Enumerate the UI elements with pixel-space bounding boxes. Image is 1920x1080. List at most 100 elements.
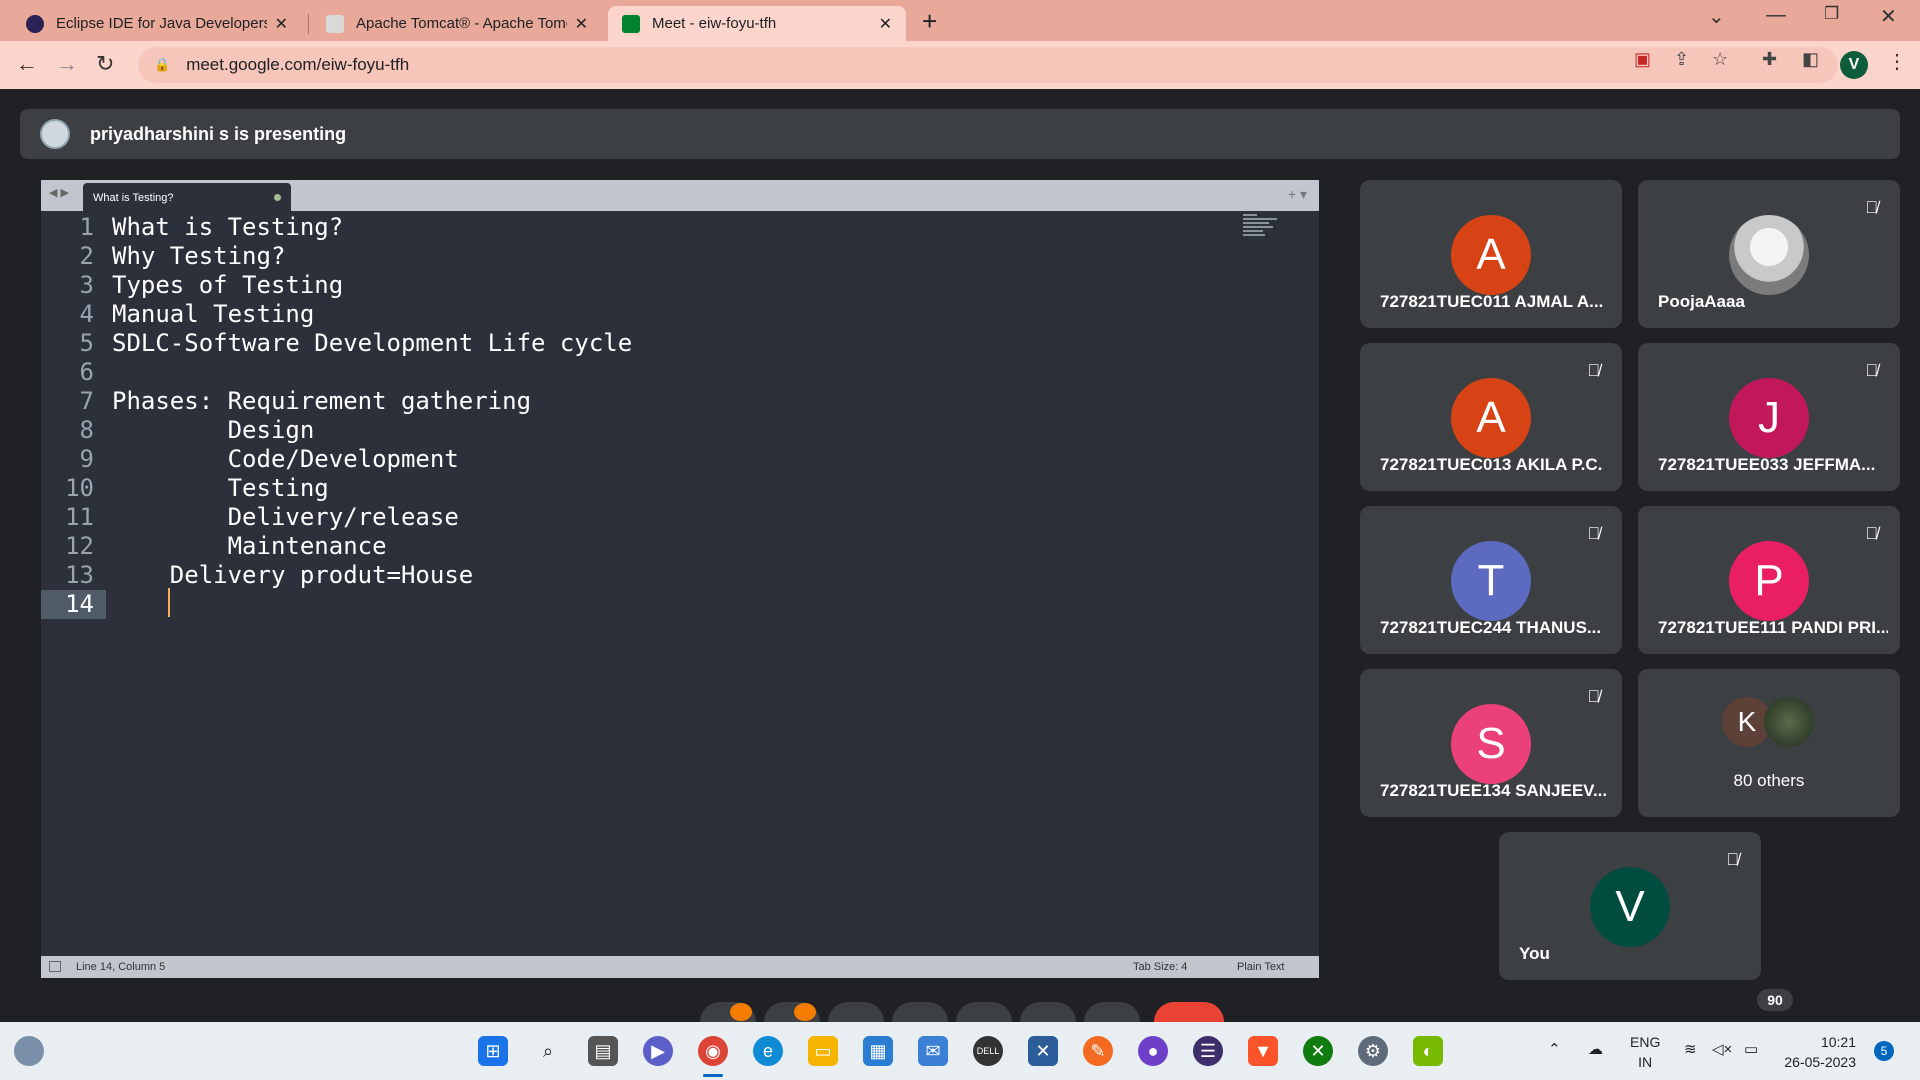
avatar: P (1729, 541, 1809, 621)
profile-avatar[interactable]: V (1840, 51, 1868, 79)
close-icon[interactable]: ✕ (575, 14, 588, 34)
postman-icon[interactable]: ✎ (1083, 1036, 1113, 1066)
close-icon[interactable]: ✕ (275, 14, 288, 34)
teams-chat-icon[interactable]: ▶ (643, 1036, 673, 1066)
code-line: Manual Testing (112, 300, 315, 328)
mic-off-icon: 🎙̸ (1587, 361, 1600, 380)
more-options-button[interactable] (1084, 1002, 1140, 1022)
tab-meet[interactable]: Meet - eiw-foyu-tfh ✕ (608, 6, 906, 41)
code-line: Why Testing? (112, 242, 286, 270)
battery-icon[interactable]: ▭ (1744, 1040, 1758, 1058)
file-explorer-icon[interactable]: ▭ (808, 1036, 838, 1066)
restore-icon[interactable]: ❐ (1824, 4, 1839, 24)
editor-tab-title: What is Testing? (93, 192, 174, 204)
participant-tile[interactable]: 🎙̸ PoojaAaaa (1638, 180, 1900, 328)
participant-name: 727821TUEC013 AKILA P.C. (1380, 455, 1603, 474)
editor-tab-menu-icon: + ▾ (1287, 186, 1307, 202)
window-close-icon[interactable]: ✕ (1880, 4, 1897, 29)
forward-arrow-icon[interactable]: → (56, 51, 78, 77)
wifi-icon[interactable]: ≋ (1684, 1040, 1697, 1058)
code-line: Types of Testing (112, 271, 344, 299)
tab-search-chevron-icon[interactable]: ⌄ (1708, 4, 1725, 29)
minimap (1243, 214, 1279, 244)
avatar: T (1451, 541, 1531, 621)
close-icon[interactable]: ✕ (879, 14, 892, 34)
address-bar[interactable]: 🔒 meet.google.com/eiw-foyu-tfh (138, 47, 1838, 83)
dell-icon[interactable]: DELL (973, 1036, 1003, 1066)
mic-off-icon: 🎙̸ (1865, 361, 1878, 380)
mail-icon[interactable]: ✉ (918, 1036, 948, 1066)
new-tab-plus-icon[interactable]: + (922, 6, 937, 36)
tab-eclipse[interactable]: Eclipse IDE for Java Developers | E ✕ (12, 6, 302, 41)
code-line: Code/Development (112, 445, 459, 473)
search-icon[interactable]: ⌕ (533, 1036, 563, 1066)
line-number: 8 (79, 416, 94, 444)
others-count: 80 others (1733, 771, 1805, 790)
participant-count-badge: 90 (1757, 989, 1793, 1011)
raise-hand-button[interactable] (1020, 1002, 1076, 1022)
settings-gear-icon[interactable]: ⚙ (1358, 1036, 1388, 1066)
meet-favicon-icon (622, 14, 640, 33)
more-menu-icon[interactable]: ⋮ (1887, 49, 1907, 74)
onedrive-icon[interactable]: ☁ (1588, 1040, 1603, 1058)
brave-icon[interactable]: ▼ (1248, 1036, 1278, 1066)
code-line: Maintenance (112, 532, 387, 560)
participant-tile[interactable]: S 🎙̸ 727821TUEE134 SANJEEV... (1360, 669, 1622, 817)
participant-name: 727821TUEC244 THANUS... (1380, 618, 1602, 637)
microsoft-store-icon[interactable]: ▦ (863, 1036, 893, 1066)
back-arrow-icon[interactable]: ← (16, 51, 38, 77)
emoji-button[interactable] (892, 1002, 948, 1022)
line-number: 5 (79, 329, 94, 357)
tab-title: Meet - eiw-foyu-tfh (652, 15, 777, 32)
eclipse-icon[interactable]: ☰ (1193, 1036, 1223, 1066)
reload-icon[interactable]: ↻ (96, 51, 114, 77)
windows-taskbar: ⊞ ⌕ ▤ ▶ ◉ e ▭ ▦ ✉ DELL ✕ ✎ ● ☰ ▼ ✕ ⚙ ◐ ⌃… (0, 1022, 1920, 1080)
edge-icon[interactable]: e (753, 1036, 783, 1066)
volume-muted-icon[interactable]: ◁× (1712, 1040, 1732, 1058)
language-indicator[interactable]: ENG IN (1630, 1032, 1660, 1072)
nvidia-icon[interactable]: ◐ (1413, 1036, 1443, 1066)
active-app-indicator (703, 1074, 723, 1077)
editor-tab-bar: ◀ ▶ What is Testing? + ▾ (41, 180, 1319, 211)
participant-tile[interactable]: T 🎙̸ 727821TUEC244 THANUS... (1360, 506, 1622, 654)
browser-tab-strip: Eclipse IDE for Java Developers | E ✕ Ap… (0, 0, 1920, 41)
chrome-icon[interactable]: ◉ (698, 1036, 728, 1066)
start-windows-icon[interactable]: ⊞ (478, 1036, 508, 1066)
avatar: V (1590, 867, 1670, 947)
lock-icon: 🔒 (154, 57, 171, 72)
leave-call-button[interactable] (1154, 1002, 1224, 1022)
tab-size: Tab Size: 4 (1133, 961, 1188, 973)
participant-tile[interactable]: A 🎙̸ 727821TUEC013 AKILA P.C. (1360, 343, 1622, 491)
captions-button[interactable] (828, 1002, 884, 1022)
participant-name: PoojaAaaa (1658, 292, 1745, 311)
clock[interactable]: 10:21 26-05-2023 (1770, 1032, 1856, 1072)
participant-name: 727821TUEE134 SANJEEV... (1380, 781, 1608, 800)
bookmark-star-icon[interactable]: ☆ (1712, 49, 1728, 70)
line-number: 6 (79, 358, 94, 386)
present-button[interactable] (956, 1002, 1012, 1022)
line-number: 10 (65, 474, 94, 502)
sql-server-icon[interactable]: ✕ (1028, 1036, 1058, 1066)
participant-tile[interactable]: J 🎙̸ 727821TUEE033 JEFFMA... (1638, 343, 1900, 491)
notification-badge[interactable]: 5 (1874, 1041, 1894, 1061)
minimize-icon[interactable]: — (1766, 4, 1786, 27)
extensions-puzzle-icon[interactable]: ✚ (1762, 49, 1777, 70)
self-tile[interactable]: V 🎙̸ You (1499, 832, 1761, 980)
xbox-icon[interactable]: ✕ (1303, 1036, 1333, 1066)
participant-tile[interactable]: P 🎙̸ 727821TUEE111 PANDI PRI... (1638, 506, 1900, 654)
avatar: J (1729, 378, 1809, 458)
share-icon[interactable]: ⇪ (1674, 49, 1689, 70)
others-tile[interactable]: K 80 others (1638, 669, 1900, 817)
avatar: A (1451, 378, 1531, 458)
github-icon[interactable]: ● (1138, 1036, 1168, 1066)
tab-tomcat[interactable]: Apache Tomcat® - Apache Tomca ✕ (312, 6, 602, 41)
task-view-icon[interactable]: ▤ (588, 1036, 618, 1066)
warning-badge-icon (730, 1003, 752, 1021)
line-number: 12 (65, 532, 94, 560)
camera-blocked-icon[interactable]: ▣ (1634, 49, 1651, 70)
weather-icon[interactable] (14, 1036, 44, 1066)
line-number: 14 (41, 590, 106, 619)
side-panel-icon[interactable]: ◧ (1802, 49, 1819, 70)
chevron-up-icon[interactable]: ⌃ (1548, 1040, 1561, 1058)
participant-tile[interactable]: A 727821TUEC011 AJMAL A... (1360, 180, 1622, 328)
